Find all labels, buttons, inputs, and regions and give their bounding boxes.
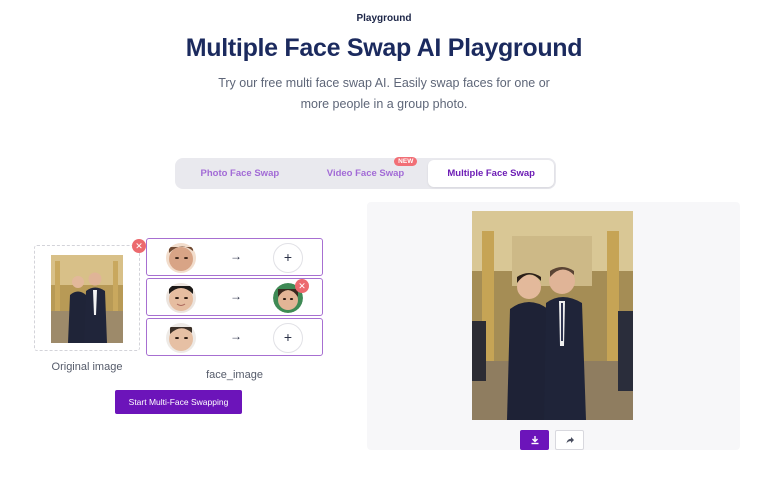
face-row: → ✕: [146, 278, 323, 316]
arrow-right-icon: →: [230, 249, 242, 263]
original-image-upload[interactable]: ✕: [34, 239, 146, 351]
source-face-1: [166, 243, 196, 273]
add-target-face-button[interactable]: +: [273, 243, 303, 273]
tab-label: Photo Face Swap: [200, 168, 280, 179]
page-subtitle: Try our free multi face swap AI. Easily …: [0, 73, 768, 115]
face-row: → +: [146, 318, 323, 356]
target-face-image[interactable]: ✕: [273, 279, 309, 313]
download-icon: [531, 436, 538, 445]
share-icon: [566, 437, 574, 444]
result-panel: [367, 202, 740, 450]
remove-original-close-icon[interactable]: ✕: [132, 239, 146, 253]
mode-tabs: Photo Face Swap Video Face Swap NEW Mult…: [175, 157, 556, 189]
source-face-3: [166, 323, 196, 353]
original-image-label: Original image: [51, 361, 123, 373]
tab-label: Video Face Swap: [326, 168, 405, 179]
add-target-face-button[interactable]: +: [273, 323, 303, 353]
arrow-right-icon: →: [230, 289, 242, 303]
share-button[interactable]: [555, 430, 584, 450]
original-image-thumbnail: [51, 255, 123, 343]
tab-multiple-face-swap[interactable]: Multiple Face Swap: [428, 160, 555, 187]
subtitle-line-1: Try our free multi face swap AI. Easily …: [218, 76, 550, 90]
tab-video-face-swap[interactable]: Video Face Swap NEW: [303, 157, 429, 187]
face-image-label: face_image: [206, 369, 263, 381]
arrow-right-icon: →: [230, 329, 242, 343]
eyebrow-label: Playground: [356, 13, 412, 24]
tab-label: Multiple Face Swap: [447, 168, 535, 179]
remove-target-close-icon[interactable]: ✕: [295, 279, 309, 293]
subtitle-line-2: more people in a group photo.: [300, 97, 468, 111]
tab-photo-face-swap[interactable]: Photo Face Swap: [177, 160, 303, 187]
face-row: → +: [146, 238, 323, 276]
source-face-2: [166, 283, 196, 313]
start-multi-face-swapping-button[interactable]: Start Multi-Face Swapping: [115, 390, 242, 414]
new-badge: NEW: [394, 157, 418, 166]
page-title: Multiple Face Swap AI Playground: [185, 34, 583, 62]
result-image: [472, 211, 633, 420]
download-button[interactable]: [520, 430, 549, 450]
